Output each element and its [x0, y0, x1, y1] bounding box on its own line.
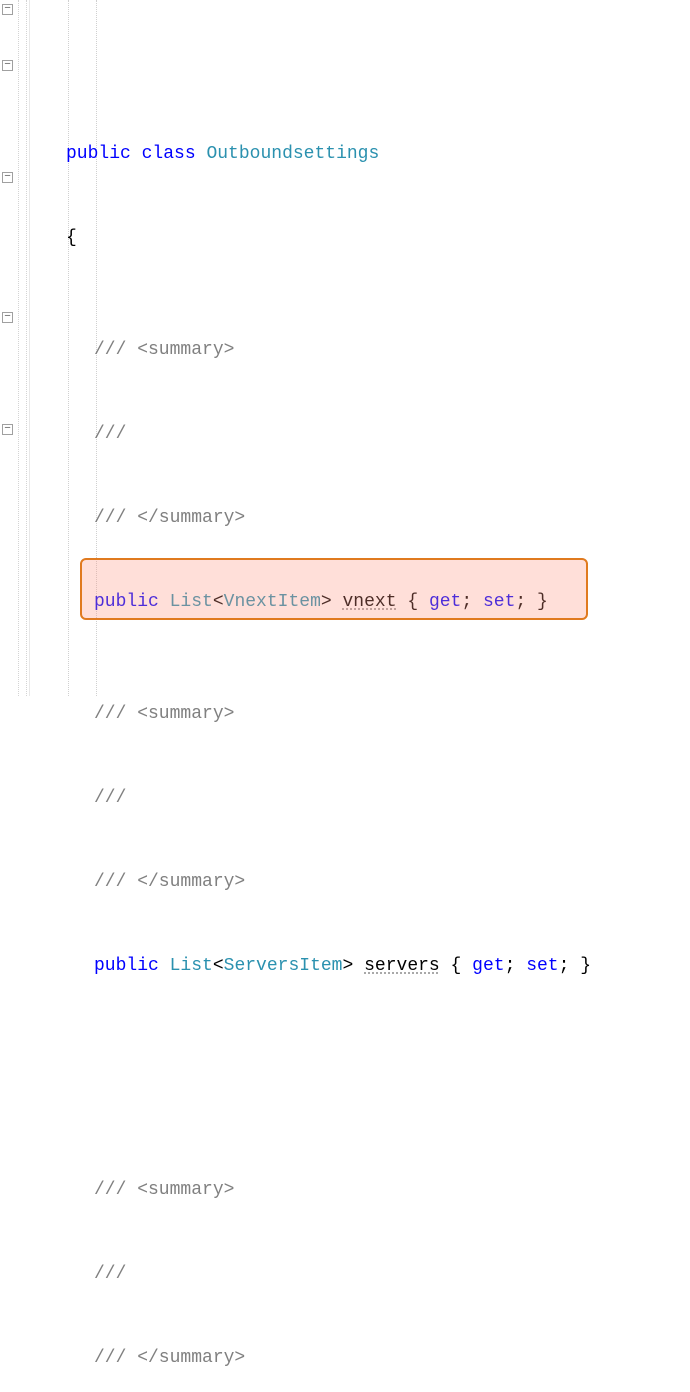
doc-comment: /// [38, 420, 690, 448]
fold-toggle-icon[interactable] [2, 4, 13, 15]
fold-toggle-icon[interactable] [2, 172, 13, 183]
property-vnext: public List<VnextItem> vnext { get; set;… [38, 588, 690, 616]
doc-comment: /// </summary> [38, 504, 690, 532]
blank-line [38, 1064, 690, 1092]
doc-comment: /// </summary> [38, 1344, 690, 1372]
open-brace: { [38, 224, 690, 252]
code-area[interactable]: public class Outboundsettings { /// <sum… [30, 0, 690, 696]
doc-comment: /// </summary> [38, 868, 690, 896]
doc-comment: /// <summary> [38, 1176, 690, 1204]
fold-toggle-icon[interactable] [2, 424, 13, 435]
doc-comment: /// <summary> [38, 336, 690, 364]
property-servers: public List<ServersItem> servers { get; … [38, 952, 690, 980]
doc-comment: /// [38, 1260, 690, 1288]
gutter [0, 0, 30, 696]
class-declaration: public class Outboundsettings [38, 140, 690, 168]
code-editor[interactable]: public class Outboundsettings { /// <sum… [0, 0, 690, 696]
doc-comment: /// <summary> [38, 700, 690, 728]
fold-toggle-icon[interactable] [2, 60, 13, 71]
doc-comment: /// [38, 784, 690, 812]
fold-toggle-icon[interactable] [2, 312, 13, 323]
